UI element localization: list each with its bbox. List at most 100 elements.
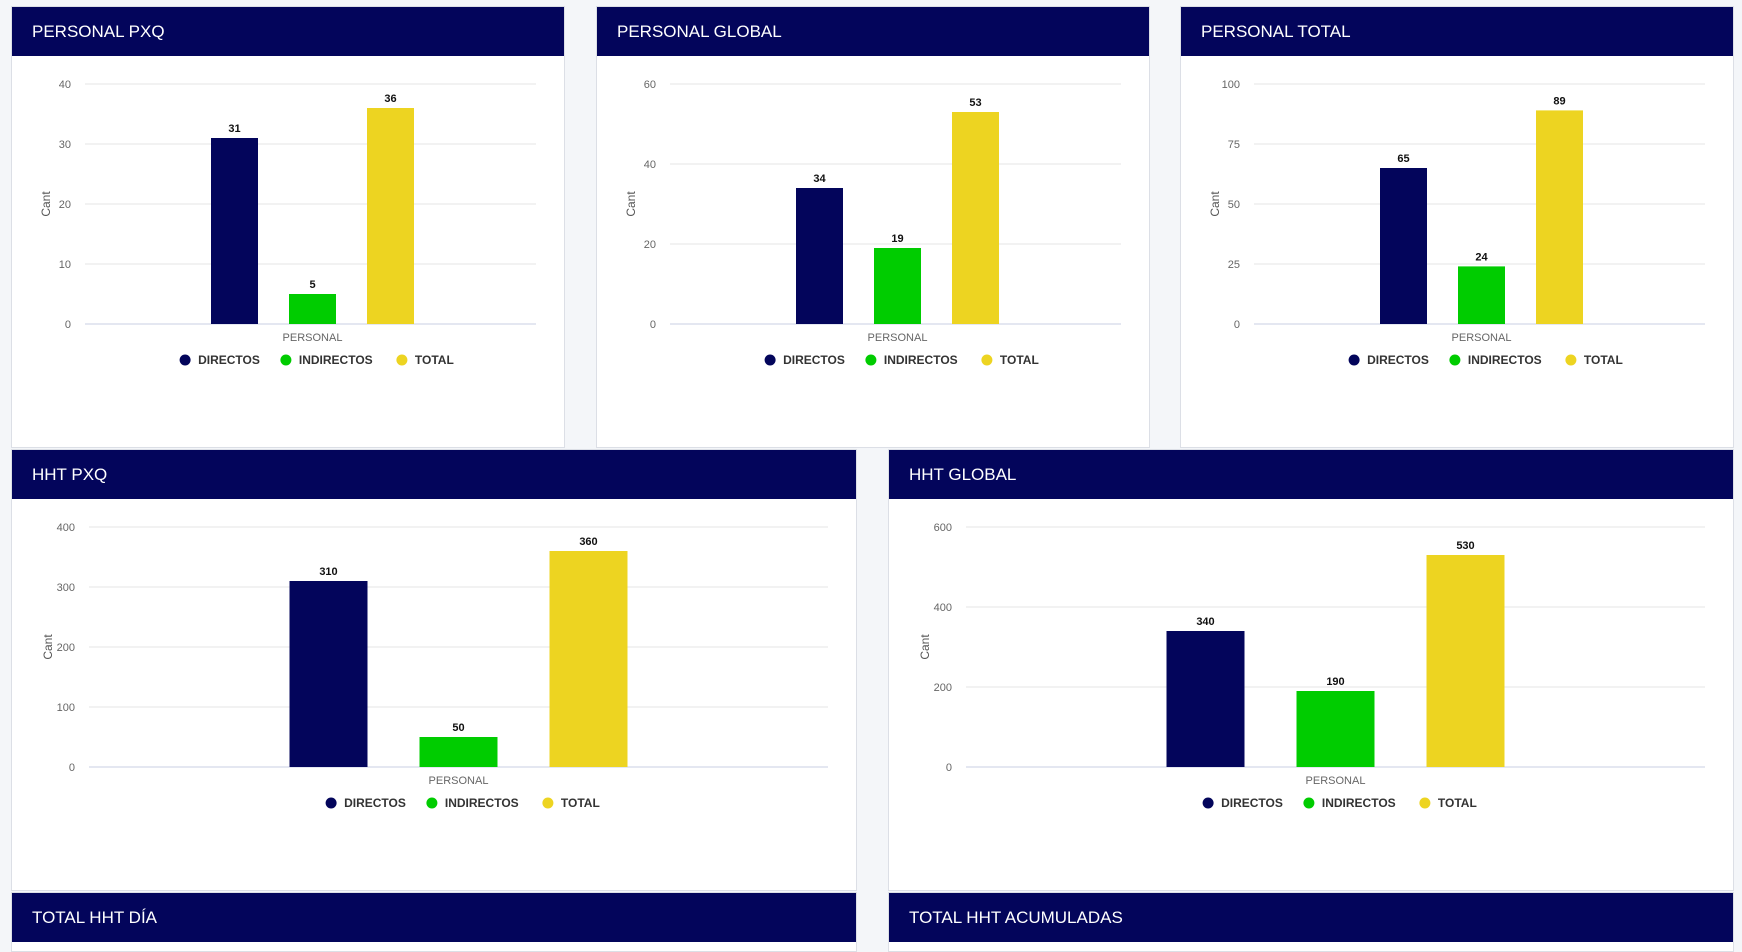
y-tick-label: 30 — [59, 139, 71, 151]
data-label: 5 — [309, 279, 315, 291]
y-tick-label: 100 — [1222, 79, 1240, 91]
panel-title: TOTAL HHT DÍA — [12, 893, 856, 942]
bar-total — [367, 108, 414, 324]
legend-item: DIRECTOS — [1367, 353, 1429, 367]
y-tick-label: 600 — [934, 522, 952, 534]
legend-item: TOTAL — [1584, 353, 1623, 367]
legend-item: TOTAL — [1000, 353, 1039, 367]
y-axis-label: Cant — [41, 634, 55, 660]
legend-marker — [1419, 797, 1431, 809]
legend-marker — [179, 354, 191, 366]
legend-marker — [396, 354, 408, 366]
y-tick-label: 200 — [57, 642, 75, 654]
legend-item: TOTAL — [561, 796, 600, 810]
data-label: 53 — [969, 97, 981, 109]
legend-item: DIRECTOS — [198, 353, 260, 367]
bar-directos — [211, 138, 258, 324]
panel-total-hht-acumuladas: TOTAL HHT ACUMULADAS — [888, 892, 1734, 952]
bar-indirectos — [1458, 266, 1505, 324]
y-tick-label: 75 — [1228, 139, 1240, 151]
legend-item: INDIRECTOS — [884, 353, 958, 367]
y-axis-label: Cant — [1208, 191, 1222, 217]
bar-chart-personal-total: 0 25 50 75 100 Cant 65 24 89 PERSONAL DIRECTOS INDI… — [1208, 79, 1705, 367]
bar-indirectos — [874, 248, 921, 324]
panel-total-hht-dia: TOTAL HHT DÍA — [11, 892, 857, 952]
legend-marker — [1565, 354, 1577, 366]
data-label: 89 — [1553, 95, 1565, 107]
bar-indirectos — [289, 294, 336, 324]
legend-marker — [865, 354, 877, 366]
y-tick-label: 200 — [934, 682, 952, 694]
y-tick-label: 400 — [934, 602, 952, 614]
y-axis-label: Cant — [918, 634, 932, 660]
y-tick-label: 0 — [946, 762, 952, 774]
panel-personal-global: PERSONAL GLOBAL 0 20 40 60 Cant 34 19 53 PERSONA… — [596, 6, 1150, 448]
legend-item: DIRECTOS — [1221, 796, 1283, 810]
data-label: 34 — [813, 173, 826, 185]
panel-hht-global: HHT GLOBAL 0 200 400 600 Cant 340 190 530 PERSON… — [888, 449, 1734, 891]
data-label: 31 — [228, 123, 240, 135]
legend-marker — [981, 354, 993, 366]
data-label: 530 — [1456, 540, 1474, 552]
legend-marker — [1449, 354, 1461, 366]
y-axis-label: Cant — [39, 191, 53, 217]
y-tick-label: 20 — [644, 239, 656, 251]
bar-total — [952, 112, 999, 324]
bar-chart-personal-global: 0 20 40 60 Cant 34 19 53 PERSONAL DIRECTOS INDIREC… — [624, 79, 1121, 367]
data-label: 19 — [891, 233, 903, 245]
legend-item: DIRECTOS — [344, 796, 406, 810]
y-tick-label: 300 — [57, 582, 75, 594]
legend-item: INDIRECTOS — [445, 796, 519, 810]
panel-title: HHT PXQ — [12, 450, 856, 499]
data-label: 65 — [1397, 153, 1409, 165]
y-tick-label: 0 — [69, 762, 75, 774]
panel-hht-pxq: HHT PXQ 0 100 200 300 400 Cant 310 50 360 PERSONA… — [11, 449, 857, 891]
panel-title: PERSONAL PXQ — [12, 7, 564, 56]
data-label: 340 — [1196, 616, 1214, 628]
panel-personal-pxq: PERSONAL PXQ 0 10 20 30 40 Cant 31 5 36 PERSONAL D… — [11, 6, 565, 448]
bar-directos — [1380, 168, 1427, 324]
y-axis-label: Cant — [624, 191, 638, 217]
legend-marker — [1348, 354, 1360, 366]
legend-item: TOTAL — [1438, 796, 1477, 810]
y-tick-label: 0 — [1234, 319, 1240, 331]
bar-directos — [289, 581, 368, 767]
legend-item: DIRECTOS — [783, 353, 845, 367]
x-tick-label: PERSONAL — [1452, 332, 1512, 344]
y-tick-label: 50 — [1228, 199, 1240, 211]
bar-total — [1426, 555, 1505, 767]
data-label: 36 — [384, 93, 396, 105]
data-label: 360 — [579, 536, 597, 548]
legend-item: INDIRECTOS — [299, 353, 373, 367]
legend-marker — [426, 797, 438, 809]
legend-item: INDIRECTOS — [1468, 353, 1542, 367]
y-tick-label: 40 — [59, 79, 71, 91]
x-tick-label: PERSONAL — [1306, 775, 1366, 787]
bar-chart-personal-pxq: 0 10 20 30 40 Cant 31 5 36 PERSONAL DIRECTOS INDIRE… — [39, 79, 536, 367]
y-tick-label: 0 — [650, 319, 656, 331]
bar-indirectos — [1296, 691, 1375, 767]
panel-title: PERSONAL GLOBAL — [597, 7, 1149, 56]
legend-marker — [542, 797, 554, 809]
x-tick-label: PERSONAL — [868, 332, 928, 344]
data-label: 190 — [1326, 676, 1344, 688]
data-label: 24 — [1475, 251, 1488, 263]
legend-marker — [1303, 797, 1315, 809]
x-tick-label: PERSONAL — [429, 775, 489, 787]
data-label: 310 — [319, 566, 337, 578]
bar-directos — [796, 188, 843, 324]
y-tick-label: 25 — [1228, 259, 1240, 271]
legend-marker — [764, 354, 776, 366]
bar-directos — [1166, 631, 1245, 767]
bar-total — [1536, 110, 1583, 325]
bar-indirectos — [419, 737, 498, 767]
y-tick-label: 60 — [644, 79, 656, 91]
y-tick-label: 400 — [57, 522, 75, 534]
panel-title: HHT GLOBAL — [889, 450, 1733, 499]
y-tick-label: 10 — [59, 259, 71, 271]
y-tick-label: 40 — [644, 159, 656, 171]
data-label: 50 — [452, 722, 464, 734]
bar-chart-hht-global: 0 200 400 600 Cant 340 190 530 PERSONAL DIRECTOS I… — [918, 522, 1705, 810]
x-tick-label: PERSONAL — [283, 332, 343, 344]
legend-marker — [1202, 797, 1214, 809]
